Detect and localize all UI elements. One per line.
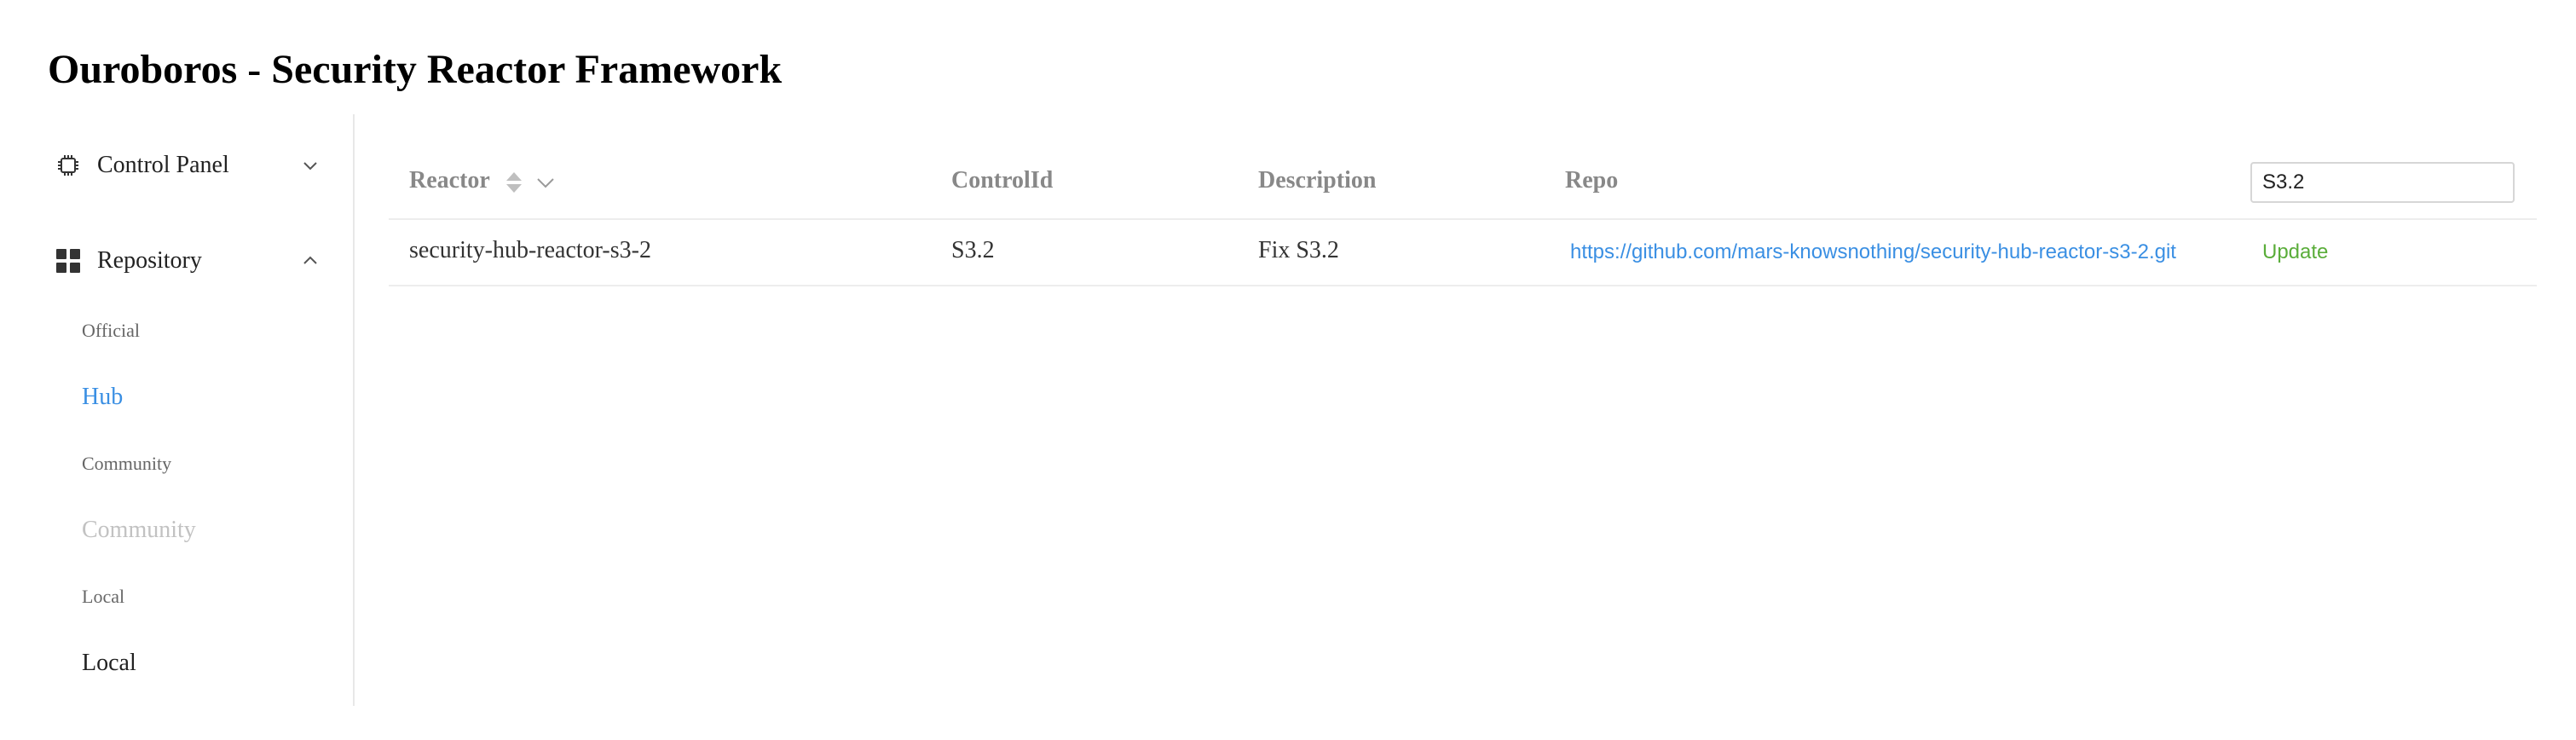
chevron-up-icon (303, 256, 317, 264)
sidebar-menu-repository-label: Repository (97, 247, 202, 274)
sidebar-item-official[interactable]: Official (82, 315, 140, 346)
chevron-down-icon[interactable] (535, 176, 556, 191)
cell-description: Fix S3.2 (1258, 237, 1339, 263)
sort-icon[interactable] (505, 171, 523, 194)
chevron-down-icon (303, 162, 317, 171)
sidebar: Control Panel Repository Official Hub Co… (0, 114, 355, 706)
column-header-description: Description (1258, 167, 1377, 194)
update-button[interactable]: Update (2262, 237, 2328, 268)
sidebar-item-local-secondary[interactable]: Local (82, 648, 136, 679)
sidebar-menu-control-panel[interactable]: Control Panel (0, 131, 353, 199)
cell-reactor: security-hub-reactor-s3-2 (409, 237, 651, 263)
sidebar-item-community-disabled: Community (82, 517, 196, 543)
cell-control-id: S3.2 (951, 237, 995, 263)
column-header-control-id: ControlId (951, 167, 1054, 194)
sidebar-item-community[interactable]: Community (82, 448, 171, 479)
grid-icon (56, 249, 80, 273)
sidebar-menu-control-panel-label: Control Panel (97, 152, 229, 178)
sidebar-menu-repository[interactable]: Repository (0, 227, 353, 295)
repo-link[interactable]: https://github.com/mars-knowsnothing/sec… (1570, 237, 2176, 268)
app-title: Ouroboros - Security Reactor Framework (48, 47, 783, 92)
sidebar-item-local[interactable]: Local (82, 581, 124, 612)
column-header-repo: Repo (1565, 167, 1619, 194)
cpu-chip-icon (58, 155, 78, 176)
table-row: security-hub-reactor-s3-2 S3.2 Fix S3.2 … (389, 218, 2537, 286)
search-input[interactable] (2250, 162, 2515, 203)
sidebar-item-hub[interactable]: Hub (82, 382, 123, 413)
column-header-reactor[interactable]: Reactor (409, 164, 490, 198)
table-header: Reactor ControlId Description Repo (389, 145, 2537, 220)
